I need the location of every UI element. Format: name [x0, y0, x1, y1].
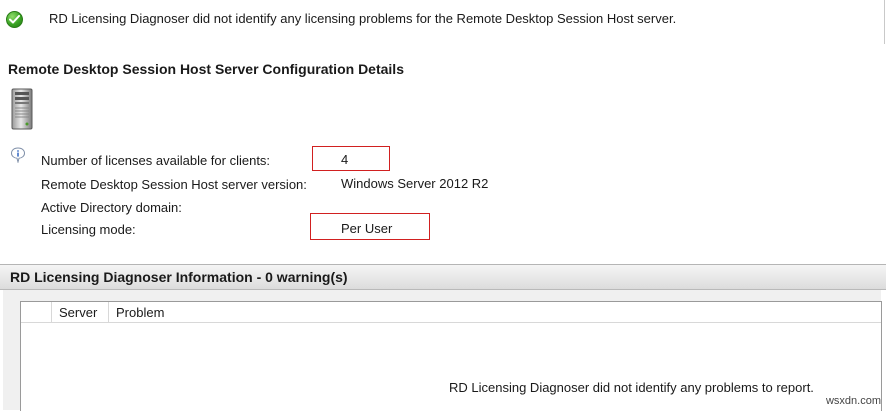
watermark: wsxdn.com	[825, 395, 881, 407]
info-icon	[10, 147, 26, 164]
problems-list[interactable]: Server Problem RD Licensing Diagnoser di…	[20, 301, 882, 411]
licenses-available-label: Number of licenses available for clients…	[41, 153, 271, 168]
diagnoser-panel-title: RD Licensing Diagnoser Information - 0 w…	[10, 269, 348, 285]
status-message: RD Licensing Diagnoser did not identify …	[49, 11, 677, 26]
column-header-problem[interactable]: Problem	[109, 302, 309, 322]
column-header-server[interactable]: Server	[52, 302, 109, 322]
server-version-value: Windows Server 2012 R2	[341, 176, 489, 191]
empty-list-message: RD Licensing Diagnoser did not identify …	[449, 380, 814, 395]
config-section-title: Remote Desktop Session Host Server Confi…	[8, 61, 404, 77]
column-header-select[interactable]	[21, 302, 52, 322]
licensing-mode-label: Licensing mode:	[41, 222, 136, 237]
server-tower-icon	[11, 88, 33, 130]
column-header-problem-label: Problem	[116, 305, 165, 320]
problems-list-header: Server Problem	[21, 302, 881, 323]
licenses-available-highlight	[312, 146, 390, 171]
diagnoser-panel-header: RD Licensing Diagnoser Information - 0 w…	[0, 265, 886, 290]
licensing-mode-highlight	[310, 213, 430, 240]
success-check-icon	[6, 11, 23, 28]
diagnoser-panel: RD Licensing Diagnoser Information - 0 w…	[0, 264, 886, 411]
server-version-label: Remote Desktop Session Host server versi…	[41, 177, 307, 192]
diagnoser-panel-body: Server Problem RD Licensing Diagnoser di…	[3, 290, 882, 411]
status-bar: RD Licensing Diagnoser did not identify …	[0, 0, 885, 44]
ad-domain-label: Active Directory domain:	[41, 200, 182, 215]
column-header-server-label: Server	[59, 305, 98, 320]
